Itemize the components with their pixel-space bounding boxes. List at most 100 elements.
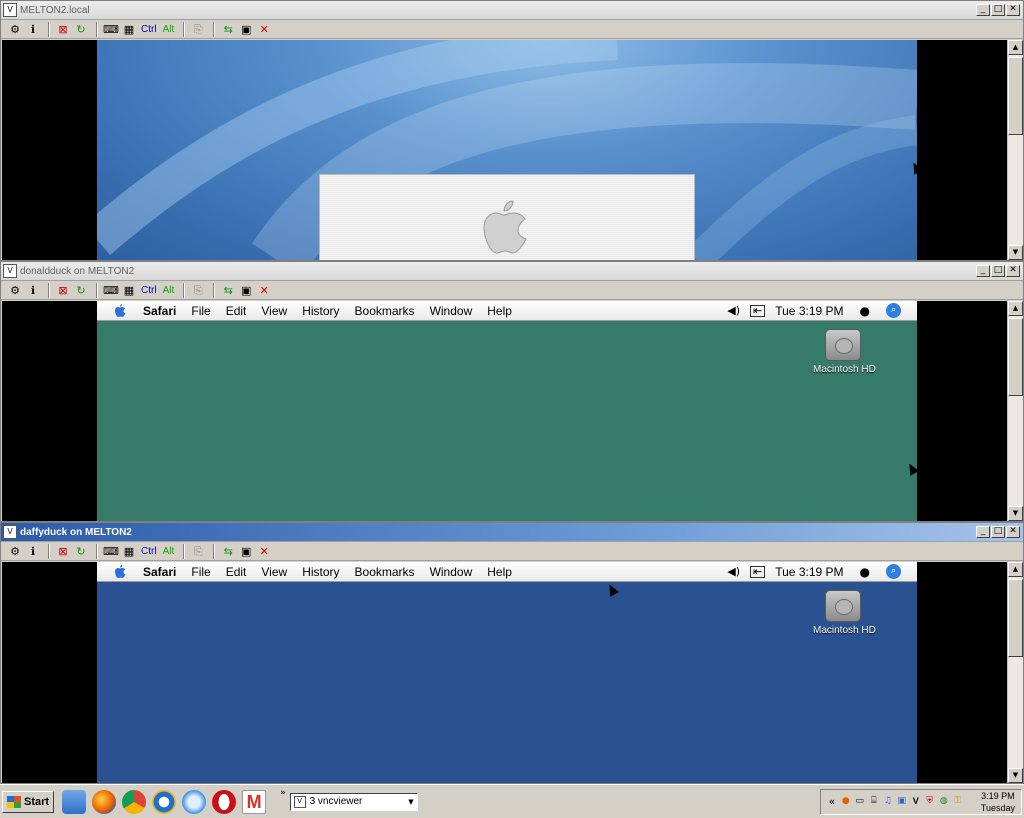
menu-window[interactable]: Window — [430, 565, 473, 579]
menu-file[interactable]: File — [191, 304, 210, 318]
menu-view[interactable]: View — [261, 304, 287, 318]
menu-window[interactable]: Window — [430, 304, 473, 318]
safari-icon[interactable] — [182, 789, 207, 814]
maximize-button[interactable]: □ — [991, 4, 1005, 16]
send-ctrl-alt-del-icon[interactable]: ⌨ — [103, 22, 119, 37]
full-screen-icon[interactable]: ⊠ — [55, 283, 71, 298]
display-mirror-icon[interactable]: ⇤ — [750, 304, 766, 317]
connection-options-icon[interactable]: ⚙ — [7, 283, 23, 298]
ctrl-key-button[interactable]: Ctrl — [139, 283, 159, 298]
remote-desktop-viewport[interactable]: Safari File Edit View History Bookmarks … — [2, 562, 1007, 783]
apple-menu-icon[interactable] — [113, 564, 129, 580]
send-ctrl-esc-icon[interactable]: ▦ — [121, 22, 137, 37]
menu-bookmarks[interactable]: Bookmarks — [355, 304, 415, 318]
new-connection-icon[interactable]: ⇆ — [220, 22, 236, 37]
vnc-app-icon[interactable]: V — [3, 525, 17, 539]
ctrl-key-button[interactable]: Ctrl — [139, 544, 159, 559]
tray-expand-chevron-icon[interactable]: « — [827, 796, 837, 807]
key-tray-icon[interactable]: ⚿ — [953, 796, 963, 807]
scroll-down-arrow-icon[interactable]: ▼ — [1008, 245, 1023, 260]
save-icon[interactable]: ▣ — [238, 22, 254, 37]
save-icon[interactable]: ▣ — [238, 283, 254, 298]
connection-options-icon[interactable]: ⚙ — [7, 22, 23, 37]
clipboard-icon[interactable]: ⎘ — [190, 544, 206, 559]
menu-view[interactable]: View — [261, 565, 287, 579]
save-icon[interactable]: ▣ — [238, 544, 254, 559]
opera-icon[interactable] — [212, 789, 237, 814]
new-connection-icon[interactable]: ⇆ — [220, 544, 236, 559]
vnc-window-donaldduck[interactable]: V donaldduck on MELTON2 _ □ ✕ ⚙ ℹ ⊠ ↻ ⌨ … — [0, 261, 1024, 522]
music-tray-icon[interactable]: ♫ — [883, 796, 893, 807]
scroll-up-arrow-icon[interactable]: ▲ — [1008, 40, 1023, 55]
alt-key-button[interactable]: Alt — [161, 544, 177, 559]
scroll-up-arrow-icon[interactable]: ▲ — [1008, 301, 1023, 316]
menu-safari[interactable]: Safari — [143, 565, 176, 579]
apple-menu-icon[interactable] — [113, 303, 129, 319]
menubar-clock[interactable]: Tue 3:19 PM — [775, 304, 843, 318]
firefox-tray-icon[interactable]: ● — [841, 796, 851, 807]
minimize-button[interactable]: _ — [976, 526, 990, 538]
menu-file[interactable]: File — [191, 565, 210, 579]
close-button[interactable]: ✕ — [1006, 4, 1020, 16]
send-ctrl-alt-del-icon[interactable]: ⌨ — [103, 544, 119, 559]
window-titlebar[interactable]: V MELTON2.local _ □ ✕ — [1, 1, 1023, 20]
close-button[interactable]: ✕ — [1006, 265, 1020, 277]
clipboard-icon[interactable]: ⎘ — [190, 22, 206, 37]
refresh-icon[interactable]: ↻ — [73, 544, 89, 559]
vertical-scrollbar[interactable]: ▲ ▼ — [1007, 40, 1023, 260]
globe-tray-icon[interactable]: ◍ — [939, 796, 949, 807]
window-titlebar[interactable]: V donaldduck on MELTON2 _ □ ✕ — [1, 262, 1023, 281]
disconnect-icon[interactable]: ✕ — [256, 283, 272, 298]
monitor-tray-icon[interactable]: ▣ — [897, 796, 907, 807]
scroll-down-arrow-icon[interactable]: ▼ — [1008, 768, 1023, 783]
scrollbar-thumb[interactable] — [1008, 318, 1023, 396]
refresh-icon[interactable]: ↻ — [73, 22, 89, 37]
vertical-scrollbar[interactable]: ▲ ▼ — [1007, 562, 1023, 783]
spotlight-search-icon[interactable]: ⌕ — [886, 564, 901, 579]
taskbar-clock[interactable]: 3:19 PM Tuesday — [981, 790, 1015, 814]
send-ctrl-alt-del-icon[interactable]: ⌨ — [103, 283, 119, 298]
show-desktop-icon[interactable] — [62, 789, 87, 814]
start-button[interactable]: Start — [2, 790, 55, 813]
volume-icon[interactable]: ◀) — [727, 304, 740, 317]
ctrl-key-button[interactable]: Ctrl — [139, 22, 159, 37]
network-tray-icon[interactable]: ⌸ — [869, 796, 879, 807]
menu-bookmarks[interactable]: Bookmarks — [355, 565, 415, 579]
scroll-up-arrow-icon[interactable]: ▲ — [1008, 562, 1023, 577]
connection-info-icon[interactable]: ℹ — [25, 22, 41, 37]
user-account-icon[interactable]: ● — [860, 304, 870, 318]
volume-icon[interactable]: ◀) — [727, 565, 740, 578]
internet-explorer-icon[interactable] — [152, 789, 177, 814]
menu-safari[interactable]: Safari — [143, 304, 176, 318]
close-button[interactable]: ✕ — [1006, 526, 1020, 538]
disconnect-icon[interactable]: ✕ — [256, 544, 272, 559]
alt-key-button[interactable]: Alt — [161, 22, 177, 37]
vnc-window-daffyduck[interactable]: V daffyduck on MELTON2 _ □ ✕ ⚙ ℹ ⊠ ↻ ⌨ ▦… — [0, 522, 1024, 784]
firefox-icon[interactable] — [92, 789, 117, 814]
macintosh-hd-desktop-icon[interactable]: Macintosh HD — [813, 590, 876, 636]
security-tray-icon[interactable]: ⛨ — [925, 796, 935, 807]
vertical-scrollbar[interactable]: ▲ ▼ — [1007, 301, 1023, 521]
refresh-icon[interactable]: ↻ — [73, 283, 89, 298]
connection-info-icon[interactable]: ℹ — [25, 544, 41, 559]
display-mirror-icon[interactable]: ⇤ — [750, 565, 766, 578]
user-account-icon[interactable]: ● — [860, 565, 870, 579]
vnc-app-icon[interactable]: V — [3, 3, 17, 17]
full-screen-icon[interactable]: ⊠ — [55, 22, 71, 37]
maximize-button[interactable]: □ — [991, 526, 1005, 538]
full-screen-icon[interactable]: ⊠ — [55, 544, 71, 559]
menu-history[interactable]: History — [302, 304, 339, 318]
window-titlebar[interactable]: V daffyduck on MELTON2 _ □ ✕ — [1, 523, 1023, 542]
taskbar-chevron-icon[interactable]: » — [280, 788, 286, 798]
connection-info-icon[interactable]: ℹ — [25, 283, 41, 298]
gmail-icon[interactable]: M — [242, 789, 267, 814]
minimize-button[interactable]: _ — [976, 265, 990, 277]
menu-edit[interactable]: Edit — [226, 304, 247, 318]
taskbar-group-vncviewer[interactable]: V 3 vncviewer ▼ — [289, 792, 418, 811]
maximize-button[interactable]: □ — [991, 265, 1005, 277]
folder-tray-icon[interactable]: ▭ — [855, 796, 865, 807]
send-ctrl-esc-icon[interactable]: ▦ — [121, 283, 137, 298]
alt-key-button[interactable]: Alt — [161, 283, 177, 298]
vnc-tray-icon[interactable]: V — [911, 796, 921, 807]
new-connection-icon[interactable]: ⇆ — [220, 283, 236, 298]
